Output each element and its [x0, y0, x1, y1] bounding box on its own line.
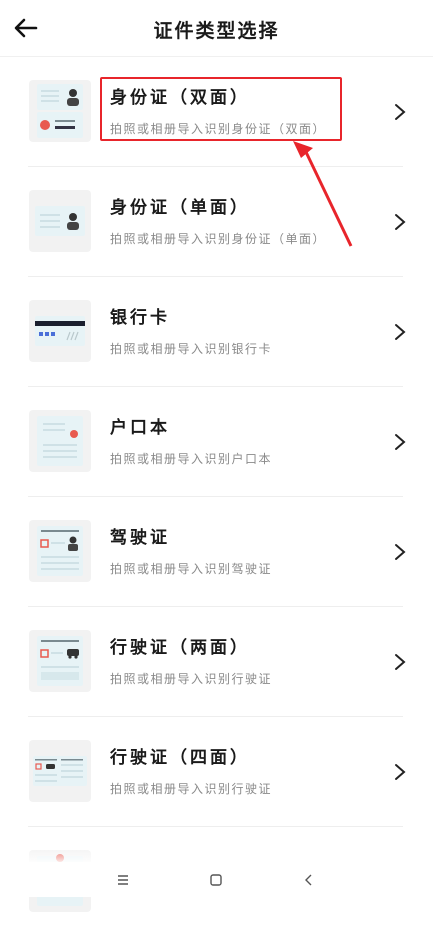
household-register-thumbnail — [29, 410, 91, 472]
chevron-right-icon — [395, 214, 406, 230]
item-title: 行驶证（四面） — [110, 748, 250, 768]
item-title: 驾驶证 — [110, 528, 170, 548]
highlight-box — [100, 77, 342, 141]
id-card-single-thumbnail — [29, 190, 91, 252]
menu-icon — [118, 875, 128, 885]
list-item-bank-card[interactable]: 银行卡 拍照或相册导入识别银行卡 — [0, 277, 433, 387]
item-subtitle: 拍照或相册导入识别户口本 — [110, 452, 273, 466]
chevron-right-icon — [395, 544, 406, 560]
menu-button[interactable] — [111, 870, 135, 890]
document-type-list: 身份证（双面） 拍照或相册导入识别身份证（双面） 身份证（单面） 拍照或相册导入… — [0, 57, 433, 937]
item-title: 行驶证（两面） — [110, 638, 250, 658]
item-subtitle: 拍照或相册导入识别身份证（单面） — [110, 232, 327, 246]
chevron-right-icon — [395, 764, 406, 780]
list-item-driver-license[interactable]: 驾驶证 拍照或相册导入识别驾驶证 — [0, 497, 433, 607]
chevron-right-icon — [395, 104, 406, 120]
id-card-double-thumbnail — [29, 80, 91, 142]
item-subtitle: 拍照或相册导入识别行驶证 — [110, 782, 273, 796]
chevron-right-icon — [395, 324, 406, 340]
vehicle-license-two-thumbnail — [29, 630, 91, 692]
page-title: 证件类型选择 — [153, 20, 280, 42]
list-item-vehicle-license-four[interactable]: 行驶证（四面） 拍照或相册导入识别行驶证 — [0, 717, 433, 827]
home-square-icon — [210, 874, 222, 886]
chevron-right-icon — [395, 434, 406, 450]
app-header: 证件类型选择 — [0, 0, 433, 57]
home-button[interactable] — [204, 870, 228, 890]
item-title: 银行卡 — [110, 308, 170, 328]
item-subtitle: 拍照或相册导入识别银行卡 — [110, 342, 273, 356]
chevron-left-icon — [305, 874, 312, 886]
list-item-id-card-single[interactable]: 身份证（单面） 拍照或相册导入识别身份证（单面） — [0, 167, 433, 277]
system-nav-bar — [0, 862, 433, 897]
driver-license-thumbnail — [29, 520, 91, 582]
item-subtitle: 拍照或相册导入识别驾驶证 — [110, 562, 273, 576]
item-subtitle: 拍照或相册导入识别行驶证 — [110, 672, 273, 686]
chevron-right-icon — [395, 654, 406, 670]
list-item-vehicle-license-two[interactable]: 行驶证（两面） 拍照或相册导入识别行驶证 — [0, 607, 433, 717]
item-title: 户口本 — [110, 418, 170, 438]
back-nav-button[interactable] — [297, 870, 321, 890]
vehicle-license-four-thumbnail — [29, 740, 91, 802]
list-item-household-register[interactable]: 户口本 拍照或相册导入识别户口本 — [0, 387, 433, 497]
item-title: 身份证（单面） — [110, 198, 250, 218]
bank-card-thumbnail — [29, 300, 91, 362]
